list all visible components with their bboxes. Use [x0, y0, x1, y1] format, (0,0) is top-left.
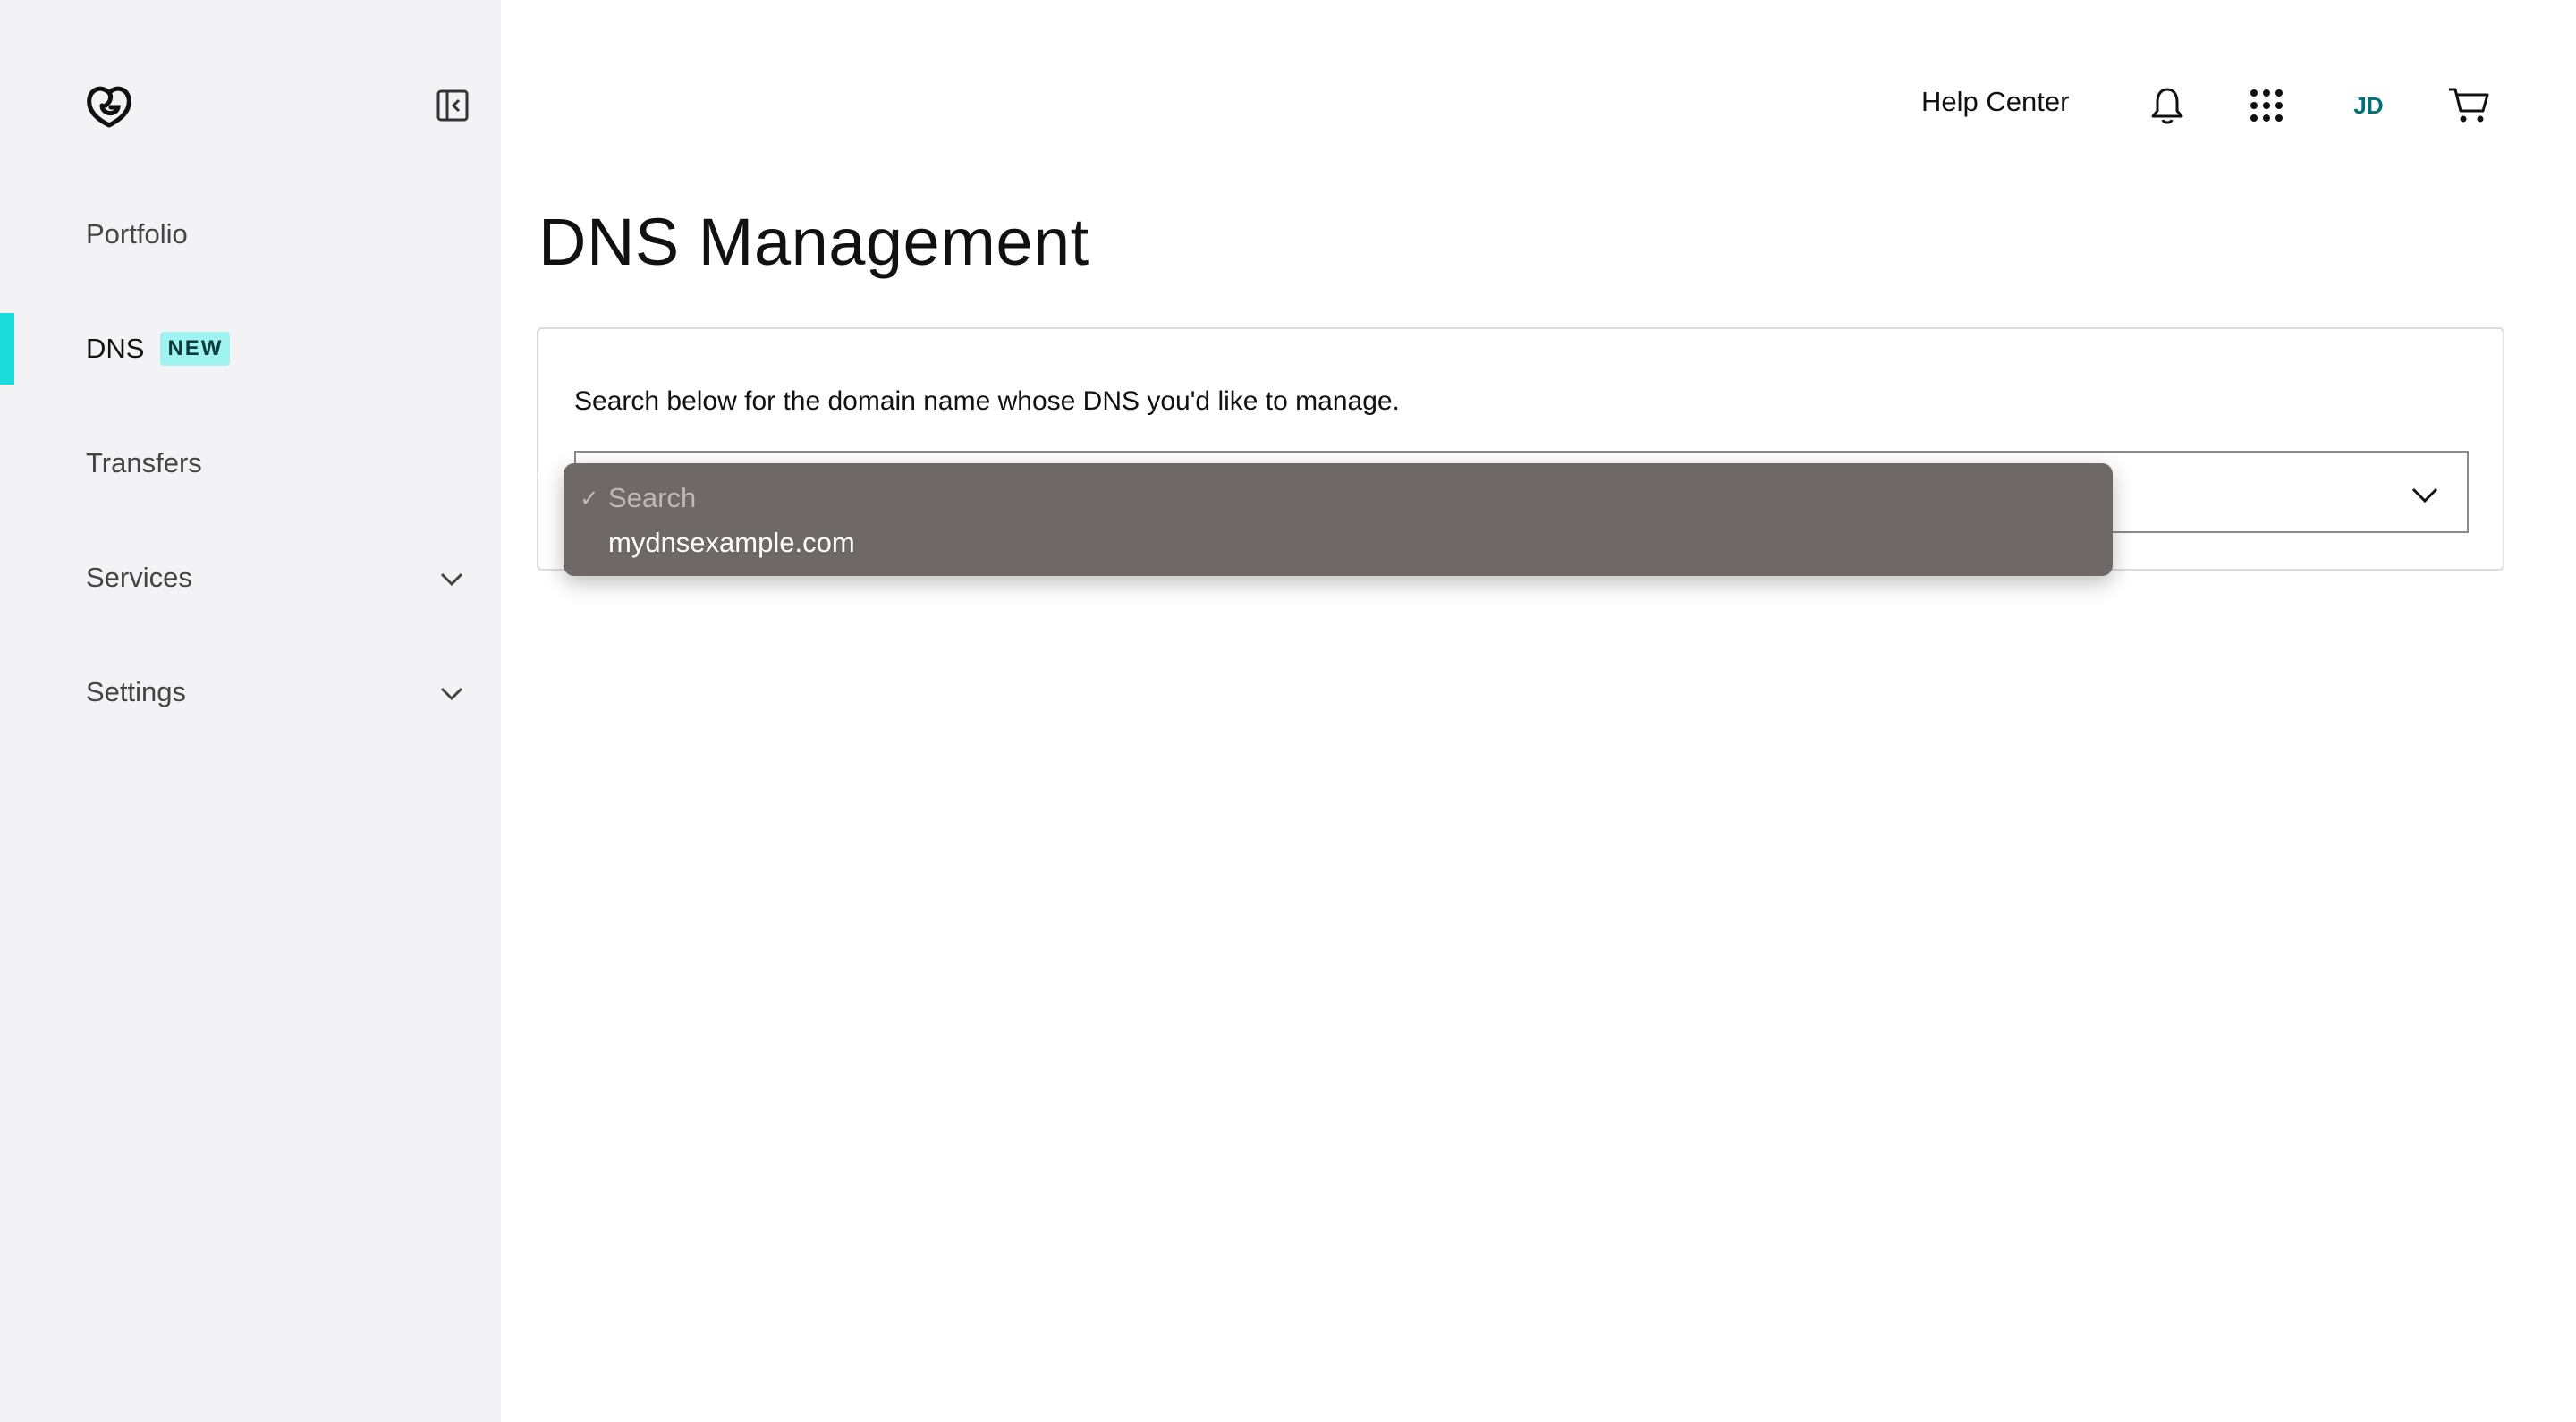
bell-icon[interactable] — [2148, 86, 2186, 125]
active-indicator — [0, 313, 14, 385]
chevron-down-icon — [440, 572, 463, 587]
sidebar-item-label: Transfers — [86, 447, 202, 478]
user-avatar[interactable]: JD — [2349, 89, 2388, 122]
instructions-text: Search below for the domain name whose D… — [574, 386, 1400, 416]
sidebar: Portfolio DNS NEW Transfers Services Set… — [0, 0, 501, 1422]
sidebar-item-label: Services — [86, 562, 192, 593]
sidebar-item-settings[interactable]: Settings — [0, 656, 501, 728]
brand-logo[interactable] — [82, 79, 136, 132]
sidebar-item-transfers[interactable]: Transfers — [0, 427, 501, 499]
sidebar-item-portfolio[interactable]: Portfolio — [0, 199, 501, 270]
option-label: Search — [608, 482, 697, 513]
sidebar-item-dns[interactable]: DNS NEW — [0, 313, 501, 385]
collapse-sidebar-icon[interactable] — [435, 88, 470, 123]
page-title: DNS Management — [538, 205, 1089, 279]
apps-grid-icon[interactable] — [2249, 88, 2284, 123]
sidebar-item-label: Settings — [86, 676, 187, 707]
chevron-down-icon — [2411, 487, 2438, 504]
checkmark-icon: ✓ — [580, 484, 599, 512]
sidebar-item-services[interactable]: Services — [0, 542, 501, 614]
help-center-link[interactable]: Help Center — [1921, 86, 2069, 118]
option-label: mydnsexample.com — [608, 527, 855, 558]
sidebar-item-label: DNS — [86, 333, 145, 364]
dropdown-option-search[interactable]: ✓ Search — [564, 476, 2113, 521]
chevron-down-icon — [440, 687, 463, 701]
dropdown-option-domain[interactable]: mydnsexample.com — [564, 521, 2113, 565]
cart-icon[interactable] — [2447, 86, 2490, 125]
app-root: Portfolio DNS NEW Transfers Services Set… — [0, 0, 2576, 1422]
sidebar-item-label: Portfolio — [86, 218, 188, 250]
new-badge: NEW — [160, 332, 231, 366]
domain-dropdown-list: ✓ Search mydnsexample.com — [564, 463, 2113, 576]
